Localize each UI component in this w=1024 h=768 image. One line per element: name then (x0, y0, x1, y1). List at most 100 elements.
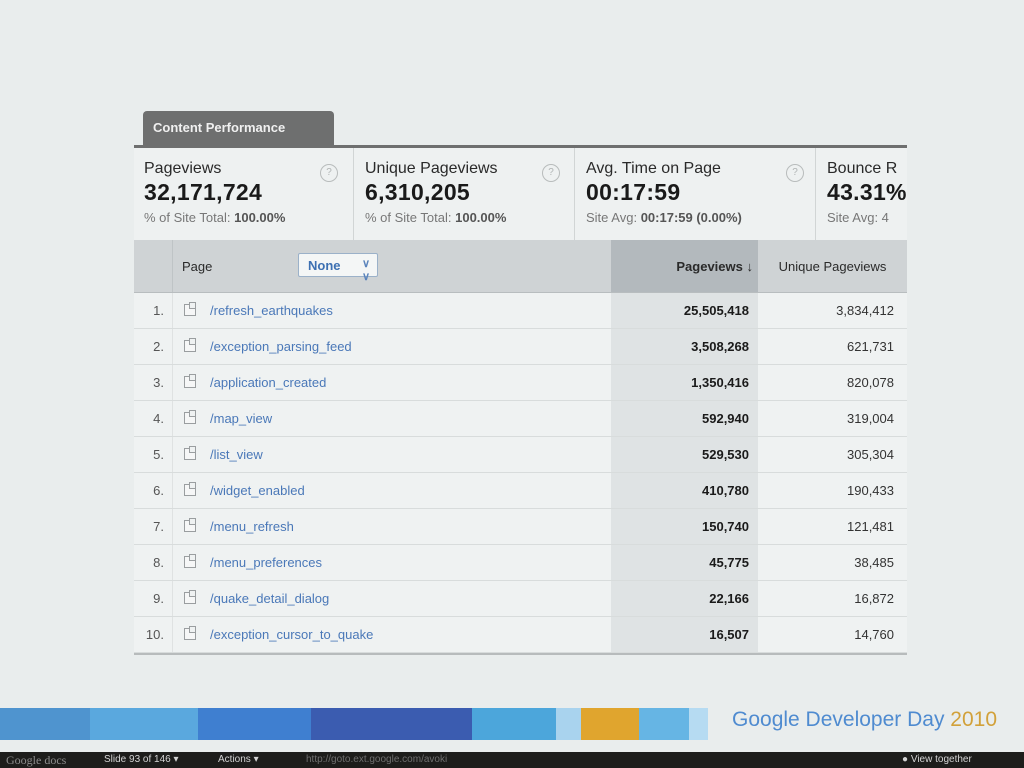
banner-segment (556, 708, 581, 740)
page-column-header[interactable]: Page (182, 259, 212, 274)
cell-divider (172, 509, 173, 544)
row-number: 4. (153, 411, 164, 426)
page-link[interactable]: /map_view (210, 411, 272, 426)
external-link-icon[interactable] (184, 338, 196, 352)
cell-divider (172, 437, 173, 472)
banner-segment (311, 708, 472, 740)
row-number: 2. (153, 339, 164, 354)
unique-pageviews-cell: 16,872 (854, 591, 894, 606)
metric-value: 6,310,205 (365, 179, 471, 205)
page-link[interactable]: /refresh_earthquakes (210, 303, 333, 318)
pageviews-header-label: Pageviews (676, 259, 743, 274)
metric-subtext: % of Site Total: 100.00% (144, 210, 353, 225)
pageviews-cell: 16,507 (611, 617, 758, 652)
table-row: 7. /menu_refresh 150,740 121,481 (134, 509, 907, 545)
docs-status-bar: Google docs Slide 93 of 146 ▾ Actions ▾ … (0, 752, 1024, 768)
external-link-icon[interactable] (184, 410, 196, 424)
row-number: 7. (153, 519, 164, 534)
metrics-scorecard: Pageviews 32,171,724 % of Site Total: 10… (134, 148, 907, 241)
external-link-icon[interactable] (184, 518, 196, 532)
table-row: 6. /widget_enabled 410,780 190,433 (134, 473, 907, 509)
cell-divider (172, 581, 173, 616)
page-link[interactable]: /exception_cursor_to_quake (210, 627, 373, 642)
banner-segment (90, 708, 198, 740)
cell-divider (172, 365, 173, 400)
banner-segment (689, 708, 708, 740)
banner-segment (472, 708, 556, 740)
banner-segment (198, 708, 311, 740)
metric-sub-value: 100.00% (455, 210, 507, 225)
metric-bounce-rate: Bounce R 43.31% Site Avg: 4 (815, 148, 907, 240)
presentation-url[interactable]: http://goto.ext.google.com/avoki (306, 752, 447, 768)
banner-segment (0, 708, 90, 740)
chat-bubble-icon: ● (902, 754, 911, 765)
metric-name: Avg. Time on Page (586, 160, 721, 177)
actions-menu[interactable]: Actions ▾ (218, 752, 259, 768)
sort-descending-icon: ↓ (746, 259, 754, 274)
table-row: 3. /application_created 1,350,416 820,07… (134, 365, 907, 401)
pageviews-cell: 150,740 (611, 509, 758, 544)
color-banner (0, 708, 708, 740)
external-link-icon[interactable] (184, 302, 196, 316)
presentation-slide: Content Performance Pageviews 32,171,724… (0, 0, 1024, 752)
unique-pageviews-cell: 305,304 (847, 447, 894, 462)
pageviews-cell: 592,940 (611, 401, 758, 436)
external-link-icon[interactable] (184, 446, 196, 460)
content-table: Page None ∨ ∨ Pageviews ↓ Unique Pageview… (134, 240, 907, 653)
page-link[interactable]: /application_created (210, 375, 326, 390)
help-icon[interactable]: ? (786, 164, 804, 182)
page-link[interactable]: /widget_enabled (210, 483, 305, 498)
metric-name: Bounce R (827, 160, 898, 177)
google-docs-logo[interactable]: Google docs (6, 752, 66, 768)
page-link[interactable]: /list_view (210, 447, 263, 462)
row-number: 1. (153, 303, 164, 318)
pageviews-cell: 1,350,416 (611, 365, 758, 400)
pageviews-cell: 410,780 (611, 473, 758, 508)
metric-subtext: Site Avg: 4 (827, 210, 907, 225)
dropdown-value: None (308, 258, 341, 273)
pageviews-cell: 3,508,268 (611, 329, 758, 364)
external-link-icon[interactable] (184, 554, 196, 568)
slide-counter-menu[interactable]: Slide 93 of 146 ▾ (104, 752, 179, 768)
metric-sub-label: Site Avg: 4 (827, 210, 889, 225)
unique-pageviews-cell: 190,433 (847, 483, 894, 498)
pageviews-column-header[interactable]: Pageviews ↓ (611, 240, 758, 292)
metric-subtext: Site Avg: 00:17:59 (0.00%) (586, 210, 815, 225)
banner-segment (639, 708, 689, 740)
unique-pageviews-cell: 319,004 (847, 411, 894, 426)
metric-sub-label: Site Avg: (586, 210, 638, 225)
page-link[interactable]: /menu_refresh (210, 519, 294, 534)
row-number: 6. (153, 483, 164, 498)
unique-pageviews-column-header[interactable]: Unique Pageviews (758, 259, 907, 274)
metric-pageviews: Pageviews 32,171,724 % of Site Total: 10… (134, 148, 353, 240)
unique-pageviews-cell: 3,834,412 (836, 303, 894, 318)
view-together-button[interactable]: ● View together (902, 752, 972, 768)
help-icon[interactable]: ? (320, 164, 338, 182)
metric-subtext: % of Site Total: 100.00% (365, 210, 574, 225)
page-link[interactable]: /menu_preferences (210, 555, 322, 570)
page-link[interactable]: /quake_detail_dialog (210, 591, 329, 606)
brand-logo: Google Developer Day 2010 (732, 708, 997, 732)
metric-value: 00:17:59 (586, 179, 681, 205)
external-link-icon[interactable] (184, 626, 196, 640)
external-link-icon[interactable] (184, 482, 196, 496)
table-row: 2. /exception_parsing_feed 3,508,268 621… (134, 329, 907, 365)
content-performance-tab[interactable]: Content Performance (143, 111, 334, 145)
metric-sub-value: 00:17:59 (0.00%) (640, 210, 742, 225)
external-link-icon[interactable] (184, 374, 196, 388)
external-link-icon[interactable] (184, 590, 196, 604)
unique-pageviews-cell: 14,760 (854, 627, 894, 642)
metric-sub-label: % of Site Total: (365, 210, 452, 225)
cell-divider (172, 293, 173, 328)
help-icon[interactable]: ? (542, 164, 560, 182)
view-together-label: View together (910, 754, 972, 765)
page-link[interactable]: /exception_parsing_feed (210, 339, 352, 354)
cell-divider (172, 329, 173, 364)
cell-divider (172, 473, 173, 508)
metric-value: 32,171,724 (144, 179, 263, 205)
chevron-down-icon: ∨ ∨ (361, 258, 370, 283)
secondary-dimension-dropdown[interactable]: None ∨ ∨ (298, 253, 378, 283)
pageviews-cell: 45,775 (611, 545, 758, 580)
pageviews-cell: 22,166 (611, 581, 758, 616)
table-header: Page None ∨ ∨ Pageviews ↓ Unique Pageview… (134, 240, 907, 293)
